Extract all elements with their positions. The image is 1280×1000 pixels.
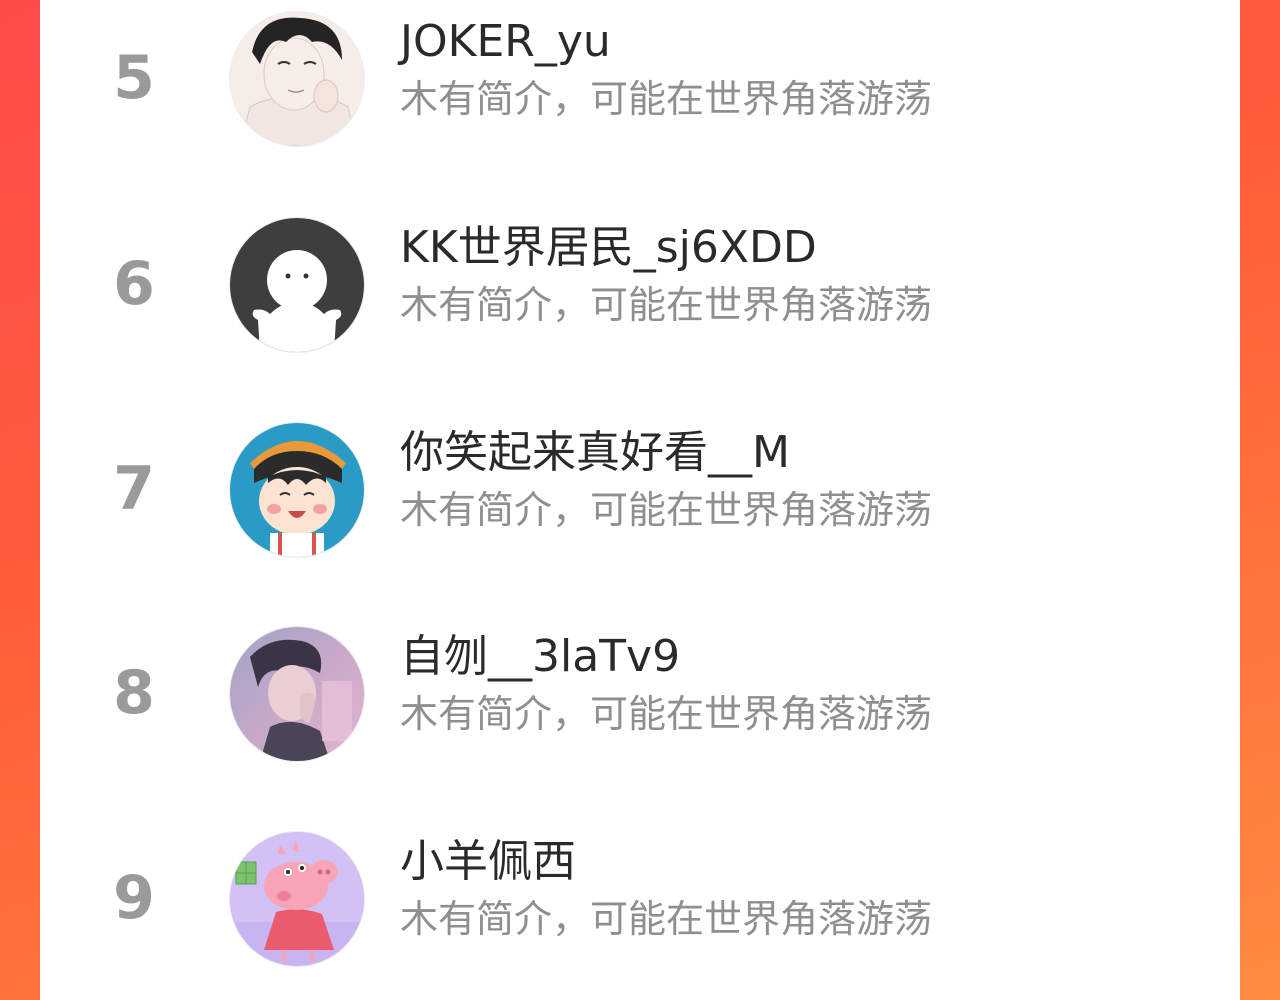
rank-number: 7 xyxy=(113,454,155,524)
user-bio: 木有简介，可能在世界角落游荡 xyxy=(400,283,933,327)
username[interactable]: JOKER_yu xyxy=(400,14,611,70)
user-bio: 木有简介，可能在世界角落游荡 xyxy=(400,692,933,736)
rank-number: 8 xyxy=(113,658,155,728)
photo-portrait-avatar[interactable] xyxy=(230,627,364,761)
ranking-list-item[interactable]: 9 小羊佩西 木有简介，可能在世界角落游荡 xyxy=(40,820,1240,970)
rank-number: 6 xyxy=(113,249,155,319)
user-bio: 木有简介，可能在世界角落游荡 xyxy=(400,488,933,532)
default-white-figure-avatar[interactable] xyxy=(230,218,364,352)
user-bio: 木有简介，可能在世界角落游荡 xyxy=(400,897,933,941)
username[interactable]: 自刎__3laTv9 xyxy=(400,629,680,685)
username[interactable]: KK世界居民_sj6XDD xyxy=(400,220,817,276)
ranking-list-item[interactable]: 5 JOKER_yu 木有简介，可能在世界角落游荡 xyxy=(40,0,1240,150)
username[interactable]: 小羊佩西 xyxy=(400,834,576,890)
ranking-card: 5 JOKER_yu 木有简介，可能在世界角落游荡 6 KK世界居民_sj6XD… xyxy=(40,0,1240,1000)
username[interactable]: 你笑起来真好看__M xyxy=(400,425,790,481)
ranking-list-item[interactable]: 8 自刎__3laTv9 木有简介，可能在世界角落游荡 xyxy=(40,615,1240,765)
ranking-list-item[interactable]: 6 KK世界居民_sj6XDD 木有简介，可能在世界角落游荡 xyxy=(40,206,1240,356)
maruko-cartoon-avatar[interactable] xyxy=(230,423,364,557)
user-bio: 木有简介，可能在世界角落游荡 xyxy=(400,77,933,121)
rank-number: 5 xyxy=(113,43,155,113)
ranking-list-item[interactable]: 7 你笑起来真好看__M 木有简介，可能在世界角落游荡 xyxy=(40,411,1240,561)
rank-number: 9 xyxy=(113,863,155,933)
peppa-pig-avatar[interactable] xyxy=(230,832,364,966)
anime-boy-avatar[interactable] xyxy=(230,12,364,146)
